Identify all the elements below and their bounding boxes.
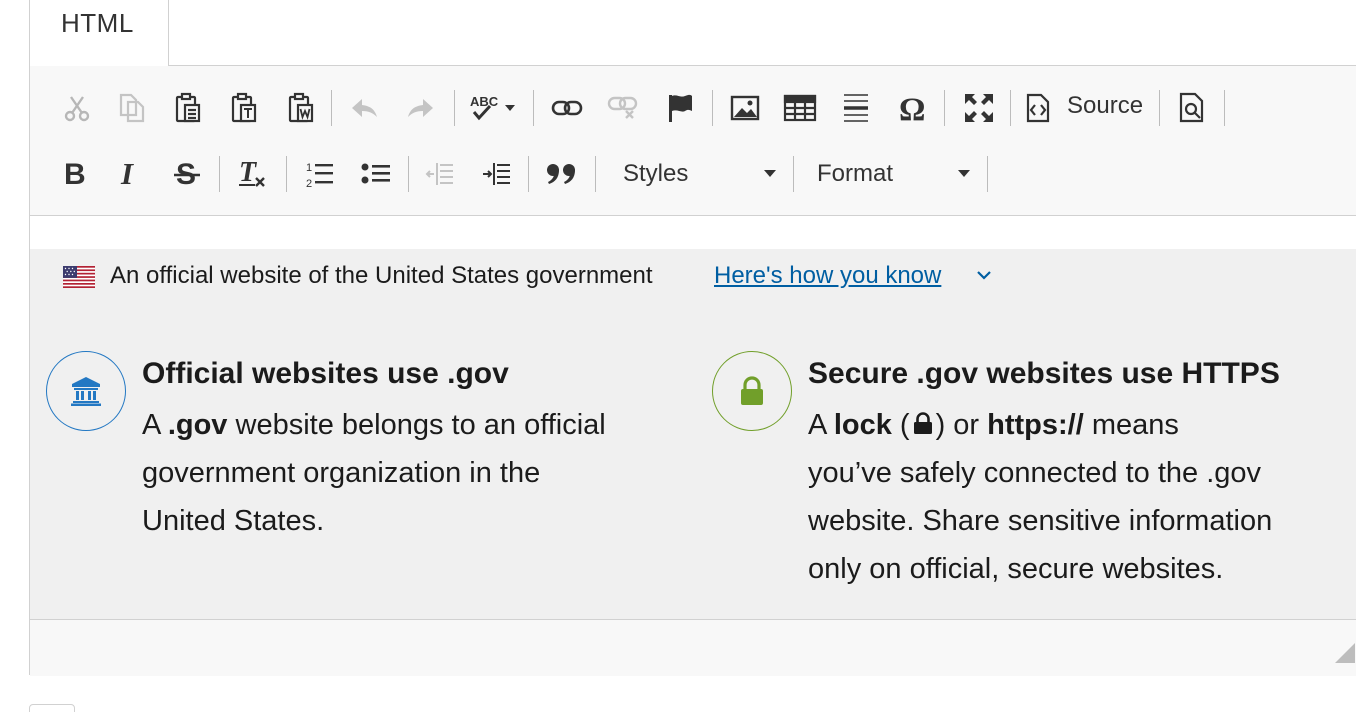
styles-dropdown[interactable]: Styles (623, 152, 776, 196)
toolbar-separator (219, 156, 220, 192)
tab-html-label: HTML (61, 8, 134, 38)
svg-text:1: 1 (306, 162, 312, 174)
numbered-list-icon[interactable]: 1 2 (300, 154, 340, 194)
strikethrough-icon[interactable]: S (167, 154, 207, 194)
remove-format-icon[interactable]: T (232, 154, 272, 194)
https-body-text: ( (891, 409, 910, 441)
https-word: https:// (987, 409, 1084, 441)
undo-icon[interactable] (345, 88, 385, 128)
italic-icon[interactable]: I (111, 154, 151, 194)
chevron-down-icon[interactable] (976, 269, 992, 281)
styles-label: Styles (623, 160, 689, 187)
lock-icon (741, 376, 763, 405)
cut-icon[interactable] (57, 88, 97, 128)
gov-guidance-title: Official websites use .gov (142, 357, 509, 390)
format-dropdown[interactable]: Format (817, 152, 970, 196)
https-body-text: only on official, secure websites. (808, 553, 1224, 585)
spellcheck-icon[interactable]: ABC (467, 88, 521, 128)
https-body-text: A (808, 409, 834, 441)
toolbar-separator (286, 156, 287, 192)
tab-html[interactable]: HTML (29, 0, 169, 66)
chevron-down-icon (764, 170, 776, 177)
toolbar-separator (533, 90, 534, 126)
increase-indent-icon[interactable] (477, 154, 517, 194)
gov-body-text: United States. (142, 505, 325, 537)
unlink-icon[interactable] (603, 88, 643, 128)
lock-word: lock (833, 409, 892, 441)
https-guidance-body: A lock ( ) or https:// means you’ve safel… (808, 401, 1356, 593)
paste-text-icon[interactable] (224, 88, 264, 128)
editor-toolbar: ABC Ω Source B I S T 1 2 Styles Format (30, 66, 1356, 216)
https-body-text: website. Share sensitive information (808, 505, 1273, 537)
svg-text:T: T (239, 159, 258, 188)
horizontal-line-icon[interactable] (836, 88, 876, 128)
toolbar-separator (331, 90, 332, 126)
toolbar-separator (408, 156, 409, 192)
toolbar-separator (987, 156, 988, 192)
toolbar-separator (793, 156, 794, 192)
chevron-down-icon (958, 170, 970, 177)
image-icon[interactable] (725, 88, 765, 128)
paste-icon[interactable] (168, 88, 208, 128)
https-body-text: you’ve safely connected to the .gov (808, 457, 1262, 489)
https-body-text: means (1083, 409, 1179, 441)
svg-text:I: I (120, 159, 134, 189)
source-icon (1026, 93, 1050, 123)
gov-body-bold: .gov (167, 409, 228, 441)
gov-body-text: A (142, 409, 168, 441)
toolbar-separator (528, 156, 529, 192)
toolbar-separator (712, 90, 713, 126)
source-button[interactable]: Source (1025, 88, 1161, 128)
toolbar-separator (595, 156, 596, 192)
table-icon[interactable] (780, 88, 820, 128)
copy-icon[interactable] (111, 88, 151, 128)
toolbar-separator (944, 90, 945, 126)
redo-icon[interactable] (400, 88, 440, 128)
svg-text:ABC: ABC (470, 94, 499, 109)
lock-icon (913, 412, 932, 434)
editor-status-bar (30, 619, 1356, 676)
gov-building-circle (46, 351, 126, 431)
gov-body-text: government organization in the (142, 457, 541, 489)
anchor-icon[interactable] (660, 88, 700, 128)
link-icon[interactable] (547, 88, 587, 128)
toolbar-separator (1224, 90, 1225, 126)
gov-guidance-body: A .gov website belongs to an official go… (142, 401, 702, 545)
format-label: Format (817, 160, 894, 187)
svg-text:2: 2 (306, 178, 312, 189)
decrease-indent-icon[interactable] (420, 154, 460, 194)
preview-icon[interactable] (1172, 88, 1212, 128)
source-label: Source (1067, 92, 1144, 119)
resize-handle-icon[interactable] (1334, 642, 1356, 664)
svg-text:B: B (64, 159, 86, 189)
us-flag-icon (63, 266, 95, 288)
paste-from-word-icon[interactable] (281, 88, 321, 128)
https-guidance-title: Secure .gov websites use HTTPS (808, 357, 1280, 390)
gov-banner: An official website of the United States… (30, 249, 1356, 619)
heres-how-you-know-link[interactable]: Here's how you know (714, 262, 941, 290)
toolbar-separator (1010, 90, 1011, 126)
special-char-icon[interactable]: Ω (894, 88, 934, 128)
https-lock-circle (712, 351, 792, 431)
blockquote-icon[interactable] (542, 154, 582, 194)
editor-content-area[interactable]: An official website of the United States… (30, 216, 1356, 619)
form-control-partial[interactable] (29, 704, 75, 712)
bold-icon[interactable]: B (55, 154, 95, 194)
rich-text-editor: ABC Ω Source B I S T 1 2 Styles Format A… (29, 65, 1356, 676)
gov-body-text: website belongs to an official (227, 409, 606, 441)
toolbar-separator (454, 90, 455, 126)
bulleted-list-icon[interactable] (356, 154, 396, 194)
svg-text:Ω: Ω (899, 93, 925, 123)
https-body-text: ) or (935, 409, 988, 441)
toolbar-separator (1159, 90, 1160, 126)
official-website-text: An official website of the United States… (110, 262, 653, 289)
maximize-icon[interactable] (959, 88, 999, 128)
government-building-icon (71, 377, 101, 406)
